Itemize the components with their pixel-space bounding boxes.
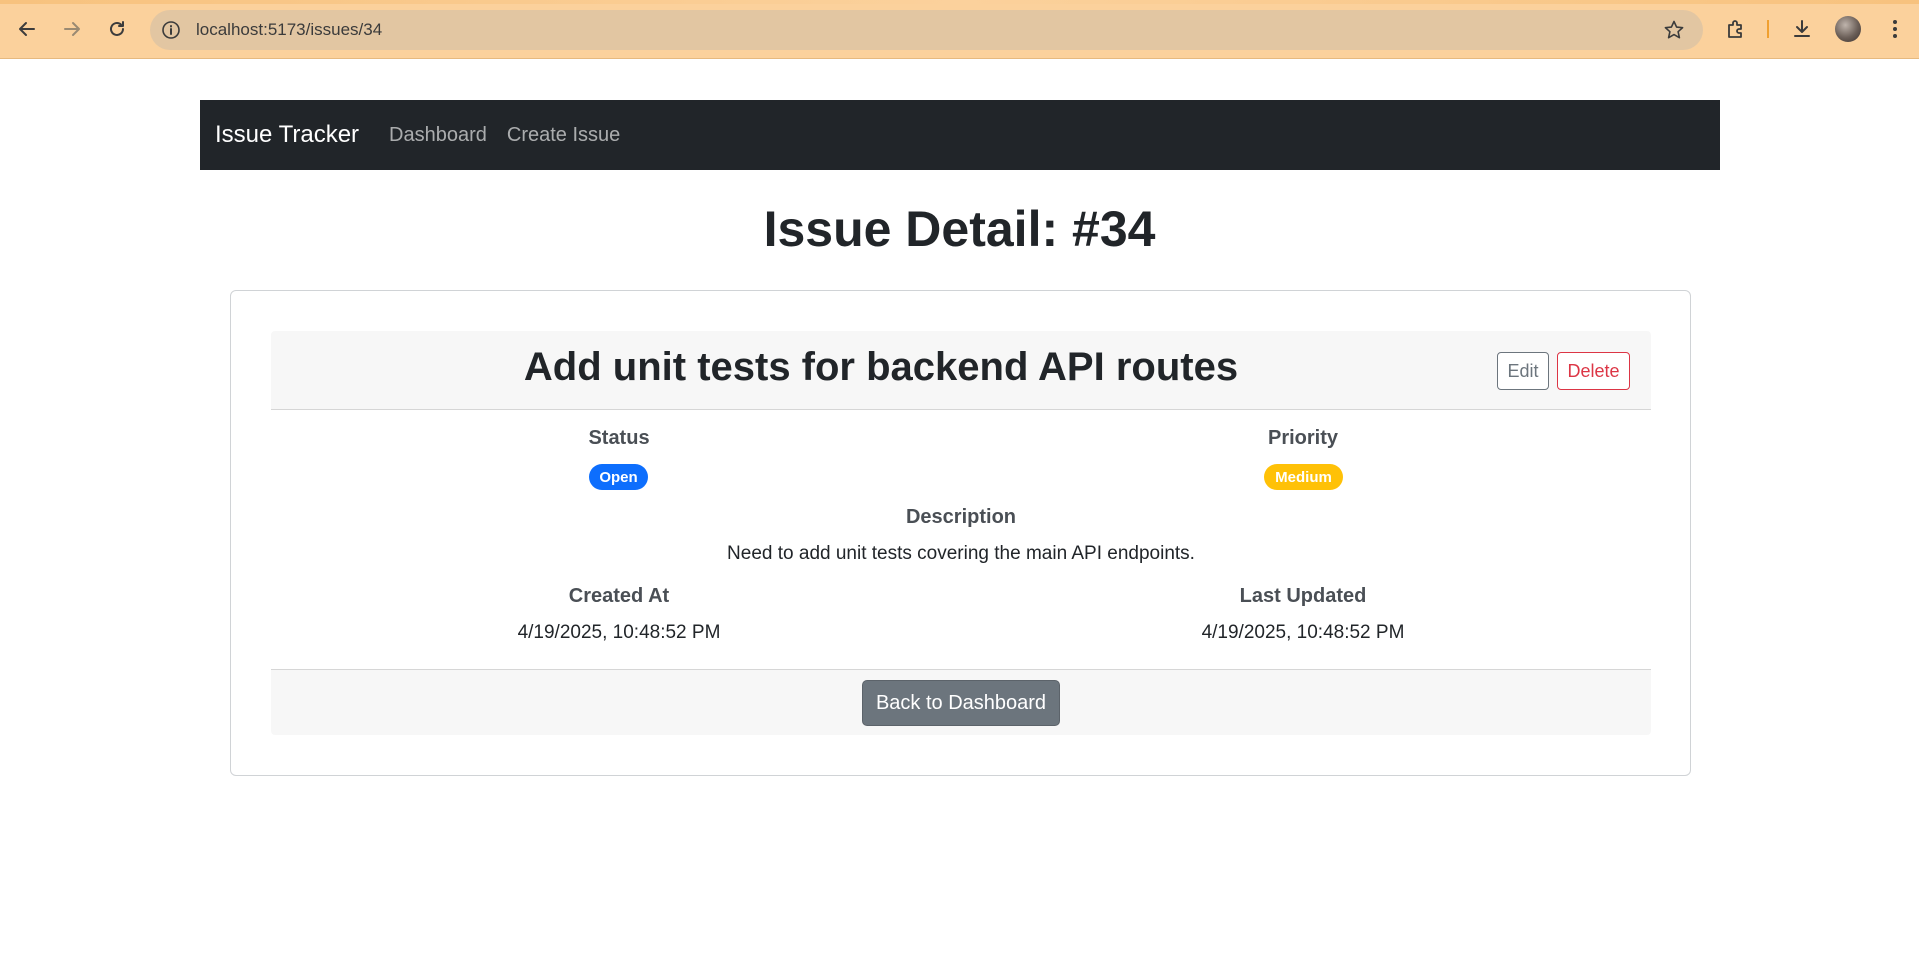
url-text[interactable]: localhost:5173/issues/34 bbox=[196, 20, 382, 40]
nav-link-create-issue[interactable]: Create Issue bbox=[507, 124, 620, 147]
navbar-brand[interactable]: Issue Tracker bbox=[215, 121, 359, 149]
edit-button[interactable]: Edit bbox=[1497, 352, 1549, 390]
issue-title: Add unit tests for backend API routes bbox=[523, 345, 1239, 389]
priority-label: Priority bbox=[1267, 427, 1339, 449]
loading-bar bbox=[0, 0, 1919, 4]
description-text: Need to add unit tests covering the main… bbox=[727, 543, 1195, 564]
download-icon[interactable] bbox=[1787, 14, 1817, 44]
bookmark-star-icon[interactable] bbox=[1663, 19, 1685, 41]
status-label: Status bbox=[588, 427, 650, 449]
page-title: Issue Detail: #34 bbox=[763, 201, 1156, 257]
reload-icon[interactable] bbox=[100, 12, 134, 46]
created-at-value: 4/19/2025, 10:48:52 PM bbox=[517, 622, 721, 643]
toolbar-divider bbox=[1767, 20, 1769, 38]
address-bar[interactable]: localhost:5173/issues/34 bbox=[150, 10, 1703, 50]
extensions-icon[interactable] bbox=[1721, 14, 1751, 44]
delete-button[interactable]: Delete bbox=[1557, 352, 1630, 390]
issue-detail-card: Add unit tests for backend API routes Ed… bbox=[230, 290, 1691, 776]
site-info-icon[interactable] bbox=[160, 19, 182, 41]
card-header: Add unit tests for backend API routes Ed… bbox=[271, 331, 1651, 410]
card-footer: Back to Dashboard bbox=[271, 669, 1651, 735]
nav-link-dashboard[interactable]: Dashboard bbox=[389, 124, 487, 147]
description-label: Description bbox=[905, 506, 1017, 528]
back-arrow-icon[interactable] bbox=[10, 12, 44, 46]
priority-badge: Medium bbox=[1264, 464, 1343, 490]
app-navbar: Issue Tracker Dashboard Create Issue bbox=[200, 100, 1720, 170]
created-at-label: Created At bbox=[568, 585, 670, 607]
last-updated-label: Last Updated bbox=[1239, 585, 1367, 607]
profile-avatar[interactable] bbox=[1835, 16, 1861, 42]
status-badge: Open bbox=[589, 464, 648, 490]
last-updated-value: 4/19/2025, 10:48:52 PM bbox=[1201, 622, 1405, 643]
forward-arrow-icon[interactable] bbox=[55, 12, 89, 46]
issue-inner-card: Add unit tests for backend API routes Ed… bbox=[271, 331, 1651, 735]
browser-toolbar: localhost:5173/issues/34 bbox=[0, 0, 1919, 59]
menu-dots-icon[interactable] bbox=[1880, 14, 1910, 44]
back-to-dashboard-button[interactable]: Back to Dashboard bbox=[862, 680, 1060, 726]
